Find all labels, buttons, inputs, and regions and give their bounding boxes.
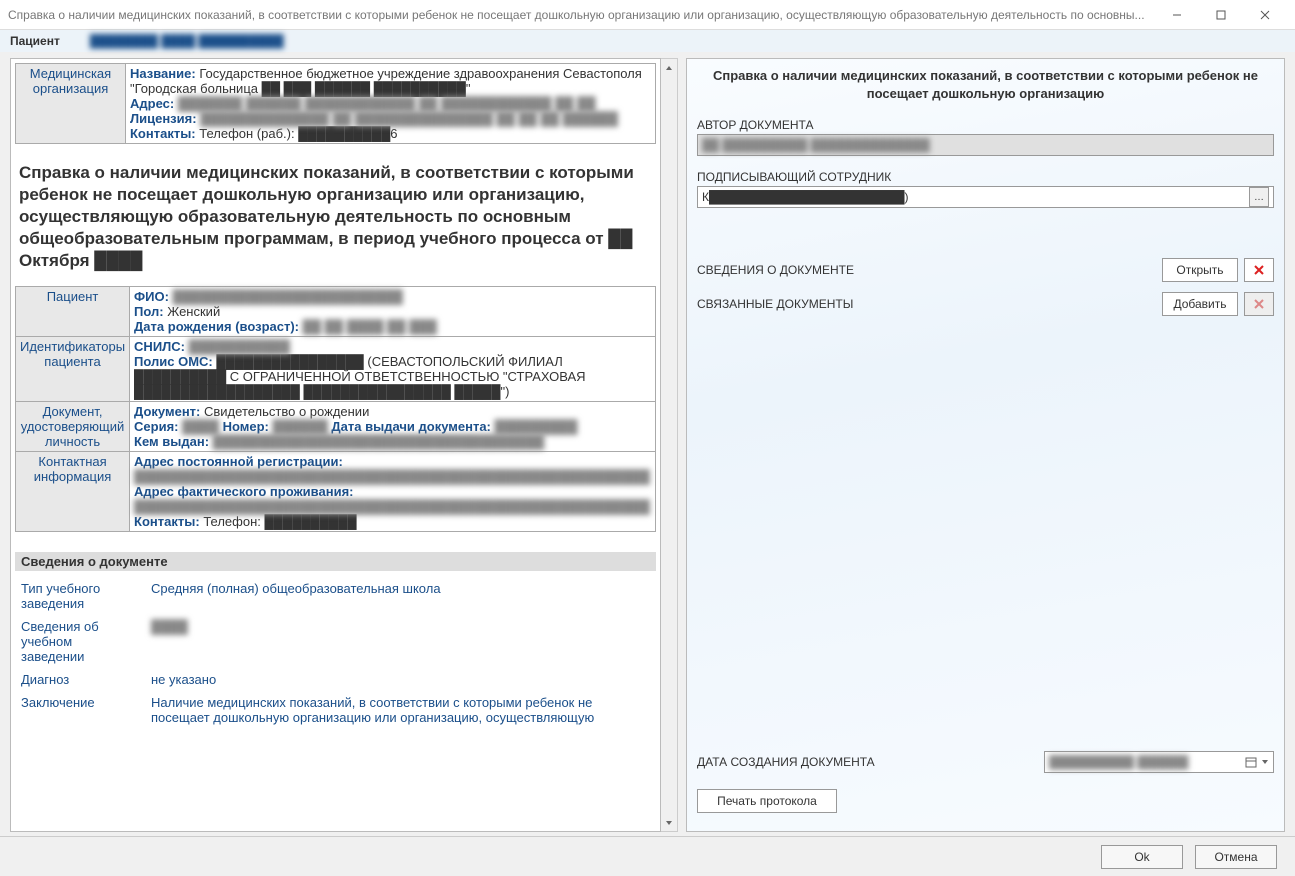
fio-value: █████████████████████████ bbox=[173, 289, 403, 304]
org-contacts-label: Контакты: bbox=[130, 126, 196, 141]
cancel-button[interactable]: Отмена bbox=[1195, 845, 1277, 869]
patient-label: Пациент bbox=[10, 34, 60, 48]
sex-label: Пол: bbox=[134, 304, 164, 319]
reg-label: Адрес постоянной регистрации: bbox=[134, 454, 343, 469]
org-name-value: Государственное бюджетное учреждение здр… bbox=[130, 66, 642, 96]
docinfo-concl-value: Наличие медицинских показаний, в соответ… bbox=[145, 691, 656, 729]
org-side-label: Медицинская организация bbox=[16, 64, 126, 144]
docinfo-school-label: Сведения об учебном заведении bbox=[15, 615, 145, 668]
minimize-button[interactable] bbox=[1155, 0, 1199, 30]
open-button[interactable]: Открыть bbox=[1162, 258, 1238, 282]
iddoc-issuer-value: ████████████████████████████████████ bbox=[213, 434, 545, 449]
iddoc-num-label: Номер: bbox=[223, 419, 269, 434]
iddoc-num-value: ██████ bbox=[273, 419, 328, 434]
sex-value: Женский bbox=[167, 304, 220, 319]
date-input[interactable]: ██████████ ██████ bbox=[1044, 751, 1274, 773]
patient-bar: Пациент ████████ ████ ██████████ bbox=[0, 30, 1295, 52]
author-input: ██ ██████████ ██████████████ bbox=[697, 134, 1274, 156]
close-button[interactable] bbox=[1243, 0, 1287, 30]
iddoc-date-label: Дата выдачи документа: bbox=[331, 419, 491, 434]
window-title: Справка о наличии медицинских показаний,… bbox=[8, 8, 1155, 22]
contacts-value: Телефон: ██████████ bbox=[203, 514, 356, 529]
maximize-button[interactable] bbox=[1199, 0, 1243, 30]
oms-label: Полис ОМС: bbox=[134, 354, 213, 369]
iddoc-doc-value: Свидетельство о рождении bbox=[204, 404, 369, 419]
iddoc-side-label: Документ, удостоверяющий личность bbox=[16, 402, 130, 452]
docinfo-type-label: Тип учебного заведения bbox=[15, 577, 145, 615]
document-title: Справка о наличии медицинских показаний,… bbox=[15, 144, 656, 286]
date-value: ██████████ ██████ bbox=[1049, 755, 1245, 769]
fio-label: ФИО: bbox=[134, 289, 169, 304]
author-label: АВТОР ДОКУМЕНТА bbox=[697, 118, 1274, 132]
date-row: ДАТА СОЗДАНИЯ ДОКУМЕНТА ██████████ █████… bbox=[697, 751, 1274, 773]
calendar-icon bbox=[1245, 756, 1257, 768]
iddoc-date-value: █████████ bbox=[495, 419, 578, 434]
iddoc-doc-label: Документ: bbox=[134, 404, 200, 419]
form-title: Справка о наличии медицинских показаний,… bbox=[697, 67, 1274, 102]
org-lic-value: ██████████████ ██ ███████████████ ██ ██ … bbox=[200, 111, 618, 126]
iddoc-ser-label: Серия: bbox=[134, 419, 178, 434]
signer-value: К███████████████████████) bbox=[702, 190, 909, 204]
org-addr-value: ███████ ██████ ████████████ ██ █████████… bbox=[178, 96, 596, 111]
docinfo-type-value: Средняя (полная) общеобразовательная шко… bbox=[145, 577, 656, 615]
reg-value: ████████████████████████████████████████… bbox=[134, 469, 650, 484]
org-name-label: Название: bbox=[130, 66, 196, 81]
add-button[interactable]: Добавить bbox=[1162, 292, 1238, 316]
dob-value: ██ ██ ████ ██ ███ bbox=[303, 319, 437, 334]
delete-icon bbox=[1253, 264, 1265, 276]
patient-side-label: Пациент bbox=[16, 287, 130, 337]
contacts-label: Контакты: bbox=[134, 514, 200, 529]
chevron-down-icon bbox=[1261, 758, 1269, 766]
docinfo-diag-label: Диагноз bbox=[15, 668, 145, 691]
fact-value: ████████████████████████████████████████… bbox=[134, 499, 650, 514]
ok-button[interactable]: Ok bbox=[1101, 845, 1183, 869]
docinfo-header: Сведения о документе bbox=[15, 552, 656, 571]
org-contacts-value: Телефон (раб.): ██████████6 bbox=[199, 126, 397, 141]
iddoc-issuer-label: Кем выдан: bbox=[134, 434, 209, 449]
signer-label: ПОДПИСЫВАЮЩИЙ СОТРУДНИК bbox=[697, 170, 1274, 184]
dob-label: Дата рождения (возраст): bbox=[134, 319, 299, 334]
docinfo-concl-label: Заключение bbox=[15, 691, 145, 729]
docinfo-table: Тип учебного заведенияСредняя (полная) о… bbox=[15, 577, 656, 729]
linked-label: СВЯЗАННЫЕ ДОКУМЕНТЫ bbox=[697, 297, 853, 311]
delete-icon bbox=[1253, 298, 1265, 310]
main-area: Медицинская организация Название: Госуда… bbox=[0, 52, 1295, 832]
docinfo-diag-value: не указано bbox=[145, 668, 656, 691]
patient-name-value: ████████ ████ ██████████ bbox=[90, 34, 284, 48]
delete-linked-button[interactable] bbox=[1244, 292, 1274, 316]
snils-label: СНИЛС: bbox=[134, 339, 185, 354]
docprops-label: СВЕДЕНИЯ О ДОКУМЕНТЕ bbox=[697, 263, 854, 277]
preview-scrollbar[interactable] bbox=[661, 58, 678, 832]
signer-picker-button[interactable]: … bbox=[1249, 187, 1269, 207]
footer: Ok Отмена bbox=[0, 836, 1295, 876]
delete-docprops-button[interactable] bbox=[1244, 258, 1274, 282]
org-addr-label: Адрес: bbox=[130, 96, 174, 111]
window-titlebar: Справка о наличии медицинских показаний,… bbox=[0, 0, 1295, 30]
contact-side-label: Контактная информация bbox=[16, 452, 130, 532]
signer-input[interactable]: К███████████████████████) … bbox=[697, 186, 1274, 208]
org-lic-label: Лицензия: bbox=[130, 111, 197, 126]
scroll-up-button[interactable] bbox=[661, 59, 677, 76]
date-label: ДАТА СОЗДАНИЯ ДОКУМЕНТА bbox=[697, 755, 875, 769]
document-preview-panel: Медицинская организация Название: Госуда… bbox=[10, 58, 661, 832]
form-panel: Справка о наличии медицинских показаний,… bbox=[686, 58, 1285, 832]
author-value: ██ ██████████ ██████████████ bbox=[702, 138, 930, 152]
iddoc-ser-value: ████ bbox=[182, 419, 219, 434]
org-table: Медицинская организация Название: Госуда… bbox=[15, 63, 656, 144]
scroll-down-button[interactable] bbox=[661, 814, 677, 831]
ids-side-label: Идентификаторы пациента bbox=[16, 337, 130, 402]
print-protocol-button[interactable]: Печать протокола bbox=[697, 789, 837, 813]
docinfo-school-value: ████ bbox=[151, 619, 188, 634]
snils-value: ███████████ bbox=[189, 339, 290, 354]
patient-table: Пациент ФИО: █████████████████████████ П… bbox=[15, 286, 656, 532]
fact-label: Адрес фактического проживания: bbox=[134, 484, 353, 499]
